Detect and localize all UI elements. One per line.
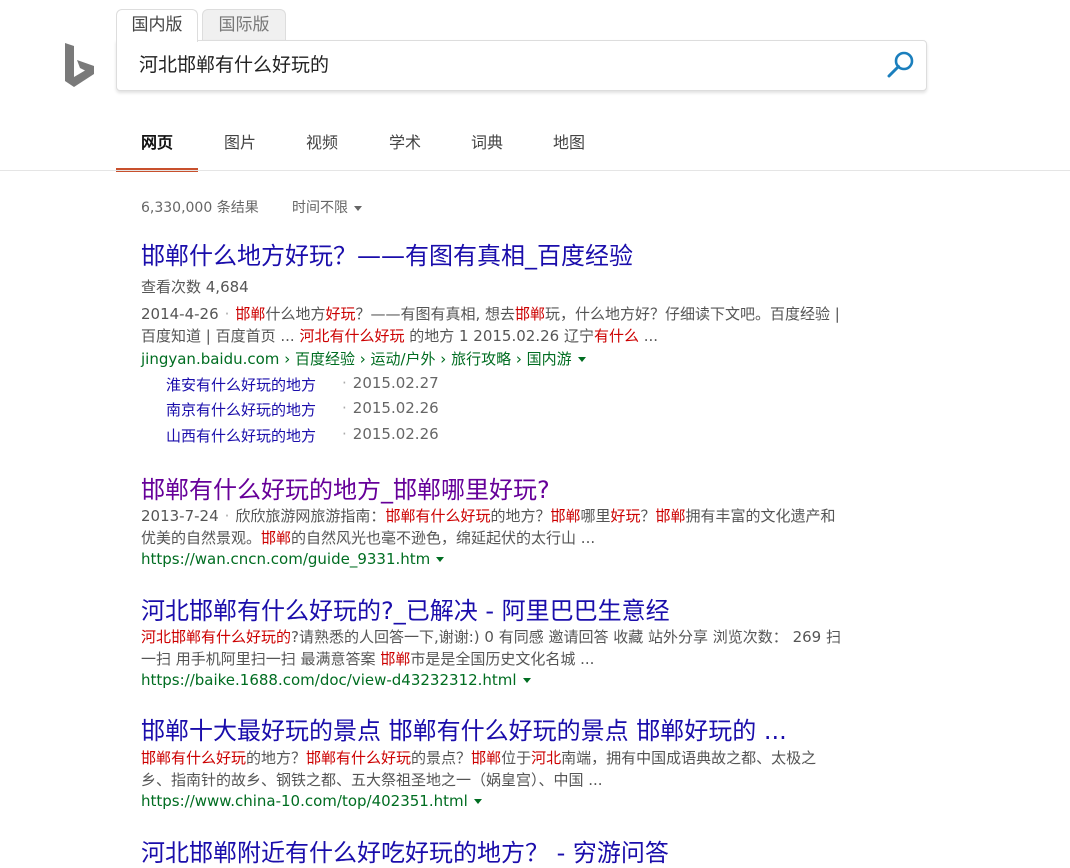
chevron-down-icon[interactable] [436, 557, 445, 562]
nav-academic[interactable]: 学术 [383, 128, 427, 168]
result-snippet: 河北邯郸有什么好玩的?请熟悉的人回答一下,谢谢:) 0 有同感 邀请回答 收藏 … [141, 628, 841, 646]
time-filter-dropdown[interactable]: 时间不限 [292, 197, 362, 217]
result-url[interactable]: https://wan.cncn.com/guide_9331.htm [141, 550, 445, 568]
bing-logo-icon[interactable] [63, 41, 97, 89]
result-views: 查看次数 4,684 [141, 278, 249, 296]
deeplink-date: · 2015.02.26 [342, 399, 439, 417]
result-title[interactable]: 邯郸十大最好玩的景点 邯郸有什么好玩的景点 邯郸好玩的 ... [141, 711, 787, 746]
time-filter-label: 时间不限 [292, 200, 348, 216]
nav-dictionary[interactable]: 词典 [465, 128, 509, 168]
deeplink-date: · 2015.02.26 [342, 425, 439, 443]
result-snippet: 2013-7-24 · 欣欣旅游网旅游指南：邯郸有什么好玩的地方？邯郸哪里好玩？邯郸… [141, 507, 836, 525]
results-count: 6,330,000 条结果 [141, 200, 259, 216]
chevron-down-icon [354, 205, 362, 211]
result-snippet-line2: 百度知道 | 百度首页 ... 河北有什么好玩 的地方 1 2015.02.26… [141, 327, 659, 345]
result-url[interactable]: https://www.china-10.com/top/402351.html [141, 792, 482, 810]
tab-international[interactable]: 国际版 [202, 9, 286, 41]
chevron-down-icon[interactable] [473, 799, 482, 804]
tab-domestic[interactable]: 国内版 [116, 9, 198, 42]
result-date: 2014-4-26 [141, 305, 219, 323]
deeplink[interactable]: 淮安有什么好玩的地方 [166, 374, 316, 395]
nav-videos[interactable]: 视频 [300, 128, 344, 168]
result-date: 2013-7-24 [141, 507, 219, 525]
result-title[interactable]: 邯郸有什么好玩的地方_邯郸哪里好玩? [141, 470, 550, 505]
chevron-down-icon[interactable] [522, 678, 531, 683]
nav-divider [0, 170, 1070, 171]
chevron-down-icon[interactable] [577, 357, 586, 362]
result-snippet-line2: 乡、指南针的故乡、钢铁之都、五大祭祖圣地之一（娲皇宫）、中国 ... [141, 771, 603, 789]
result-snippet-line2: 优美的自然景观。邯郸的自然风光也毫不逊色，绵延起伏的太行山 ... [141, 529, 596, 547]
result-title[interactable]: 邯郸什么地方好玩？——有图有真相_百度经验 [141, 236, 633, 271]
search-icon[interactable] [886, 50, 916, 80]
result-snippet: 邯郸有什么好玩的地方？邯郸有什么好玩的景点？邯郸位于河北南端，拥有中国成语典故之… [141, 749, 817, 767]
nav-web[interactable]: 网页 [116, 128, 198, 172]
result-snippet: 2014-4-26 · 邯郸什么地方好玩？——有图有真相, 想去邯郸玩，什么地方好？… [141, 305, 840, 323]
result-url[interactable]: https://baike.1688.com/doc/view-d4323231… [141, 671, 531, 689]
deeplink[interactable]: 山西有什么好玩的地方 [166, 425, 316, 446]
deeplink-date: · 2015.02.27 [342, 374, 439, 392]
nav-images[interactable]: 图片 [218, 128, 262, 168]
search-box [116, 40, 927, 91]
nav-maps[interactable]: 地图 [547, 128, 591, 168]
result-snippet-line2: 一扫 用手机阿里扫一扫 最满意答案 邯郸市是是全国历史文化名城 ... [141, 650, 595, 668]
result-title[interactable]: 河北邯郸附近有什么好吃好玩的地方？ - 穷游问答 [141, 833, 669, 868]
deeplink[interactable]: 南京有什么好玩的地方 [166, 399, 316, 420]
search-input[interactable] [139, 41, 879, 90]
result-url[interactable]: jingyan.baidu.com › 百度经验 › 运动/户外 › 旅行攻略 … [141, 348, 586, 369]
result-title[interactable]: 河北邯郸有什么好玩的?_已解决 - 阿里巴巴生意经 [141, 591, 670, 626]
